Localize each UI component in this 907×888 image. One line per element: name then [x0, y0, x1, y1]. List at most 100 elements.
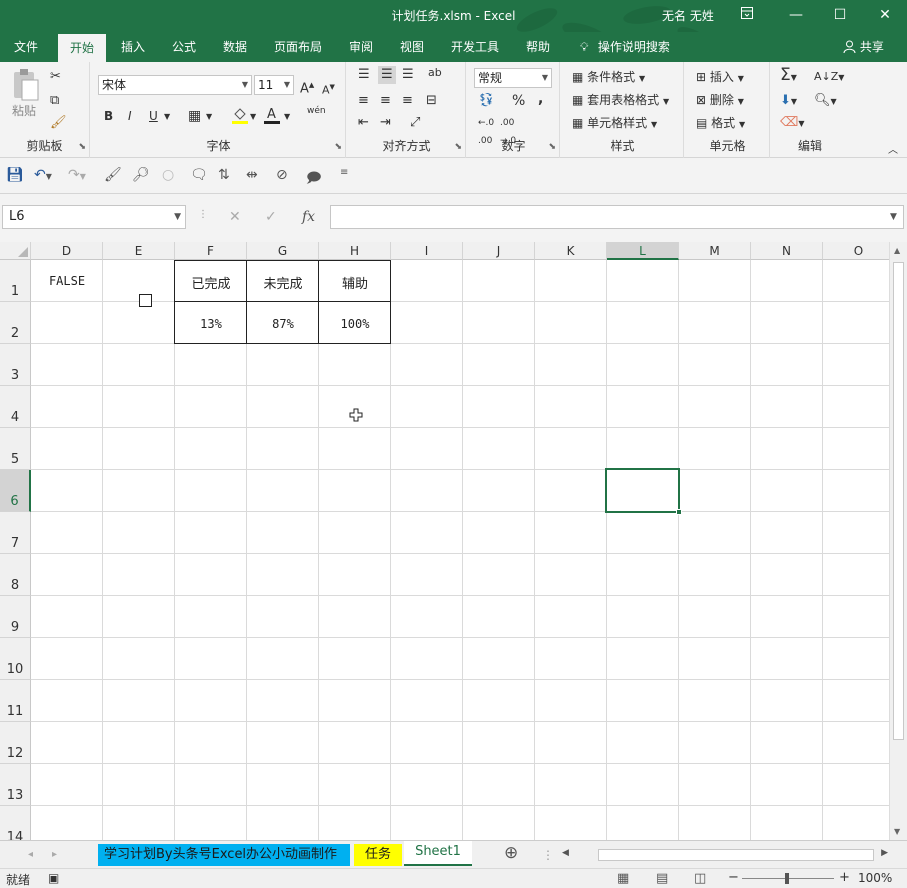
- enter-icon[interactable]: ✓: [265, 209, 277, 225]
- insert-cells-button[interactable]: ⊞ 插入 ▼: [696, 68, 744, 88]
- number-launcher-icon[interactable]: ⬊: [548, 142, 556, 152]
- fill-color-icon[interactable]: [232, 106, 248, 129]
- chevron-down-icon[interactable]: ▼: [206, 108, 212, 126]
- conditional-formatting-button[interactable]: ▦ 条件格式 ▼: [572, 68, 645, 88]
- close-button[interactable]: ✕: [870, 3, 900, 27]
- row-height-icon[interactable]: ⇅: [218, 167, 230, 183]
- sheet-tab-tasks[interactable]: 任务: [354, 844, 402, 866]
- tab-page-layout[interactable]: 页面布局: [268, 32, 328, 62]
- fill-handle[interactable]: [676, 509, 682, 515]
- tab-view[interactable]: 视图: [391, 32, 433, 62]
- align-top-icon[interactable]: ☰: [358, 66, 370, 84]
- user-name[interactable]: 无名 无姓: [662, 7, 714, 24]
- align-middle-icon[interactable]: ☰: [378, 66, 396, 84]
- italic-button[interactable]: I: [128, 107, 132, 125]
- align-left-icon[interactable]: ≡: [358, 92, 369, 110]
- active-cell-L6[interactable]: [605, 468, 682, 515]
- page-break-view-icon[interactable]: ◫: [694, 871, 706, 886]
- cell-H2[interactable]: 100%: [319, 317, 391, 331]
- row-header-13[interactable]: 13: [0, 764, 31, 806]
- minimize-button[interactable]: —: [781, 3, 811, 27]
- cell-H1[interactable]: 辅助: [319, 273, 391, 292]
- align-center-icon[interactable]: ≡: [380, 92, 391, 110]
- share-button[interactable]: 共享: [843, 32, 884, 62]
- print-preview-icon[interactable]: 🔎︎: [132, 167, 150, 183]
- tab-file[interactable]: 文件: [4, 32, 48, 62]
- column-header-I[interactable]: I: [391, 242, 463, 260]
- page-layout-view-icon[interactable]: ▤: [656, 871, 668, 886]
- clipboard-launcher-icon[interactable]: ⬊: [78, 142, 86, 152]
- tab-formulas[interactable]: 公式: [163, 32, 205, 62]
- font-size-box[interactable]: 11 ▼: [254, 75, 294, 95]
- wrap-text-icon[interactable]: ab: [428, 64, 442, 82]
- row-header-6[interactable]: 6: [0, 470, 31, 512]
- tab-home[interactable]: 开始: [58, 34, 106, 62]
- tab-help[interactable]: 帮助: [517, 32, 559, 62]
- column-header-O[interactable]: O: [823, 242, 889, 260]
- tab-insert[interactable]: 插入: [112, 32, 154, 62]
- horizontal-scroll-thumb[interactable]: [598, 849, 874, 861]
- row-header-5[interactable]: 5: [0, 428, 31, 470]
- align-right-icon[interactable]: ≡: [402, 92, 413, 110]
- tell-me-search[interactable]: 💡︎ 操作说明搜索: [580, 32, 670, 62]
- row-header-14[interactable]: 14: [0, 806, 31, 840]
- zoom-out-button[interactable]: −: [728, 870, 739, 885]
- cut-icon[interactable]: ✂: [50, 68, 61, 86]
- expand-formula-icon[interactable]: ▼: [890, 212, 897, 222]
- row-header-11[interactable]: 11: [0, 680, 31, 722]
- format-as-table-button[interactable]: ▦ 套用表格格式 ▼: [572, 91, 669, 111]
- cell-D1[interactable]: FALSE: [31, 274, 103, 288]
- comma-style-button[interactable]: ,: [538, 90, 543, 108]
- scroll-left-icon[interactable]: ◀: [562, 848, 569, 858]
- font-launcher-icon[interactable]: ⬊: [334, 142, 342, 152]
- column-header-F[interactable]: F: [175, 242, 247, 260]
- chevron-down-icon[interactable]: ▼: [250, 108, 256, 126]
- add-sheet-button[interactable]: ⊕: [494, 842, 528, 864]
- row-header-10[interactable]: 10: [0, 638, 31, 680]
- insert-function-icon[interactable]: fx: [302, 209, 315, 225]
- column-header-L[interactable]: L: [607, 242, 679, 260]
- macro-record-icon[interactable]: ▣: [48, 871, 59, 885]
- column-header-G[interactable]: G: [247, 242, 319, 260]
- format-cells-button[interactable]: ▤ 格式 ▼: [696, 114, 745, 134]
- column-header-J[interactable]: J: [463, 242, 535, 260]
- scroll-up-icon[interactable]: ▲: [894, 246, 900, 255]
- borders-icon[interactable]: ▦: [188, 107, 201, 125]
- delete-cells-button[interactable]: ⊠ 删除 ▼: [696, 91, 744, 111]
- font-color-icon[interactable]: A: [264, 106, 280, 129]
- select-all-corner[interactable]: [0, 242, 31, 260]
- sort-filter-icon[interactable]: A↓Z▼: [814, 68, 844, 87]
- save-icon[interactable]: 💾︎: [6, 167, 24, 183]
- column-header-H[interactable]: H: [319, 242, 391, 260]
- cell-styles-button[interactable]: ▦ 单元格样式 ▼: [572, 114, 657, 134]
- row-header-12[interactable]: 12: [0, 722, 31, 764]
- row-header-8[interactable]: 8: [0, 554, 31, 596]
- zoom-level[interactable]: 100%: [858, 871, 892, 885]
- sheet-tab-study-plan[interactable]: 学习计划By头条号Excel办公小动画制作: [98, 844, 350, 866]
- sheet-tab-sheet1[interactable]: Sheet1: [404, 841, 472, 866]
- tab-data[interactable]: 数据: [214, 32, 256, 62]
- decrease-indent-icon[interactable]: ⇤: [358, 114, 369, 132]
- font-name-box[interactable]: 宋体 ▼: [98, 75, 252, 95]
- percent-style-button[interactable]: %: [512, 92, 525, 110]
- row-header-9[interactable]: 9: [0, 596, 31, 638]
- horizontal-scrollbar[interactable]: ◀ ▶: [560, 848, 890, 862]
- tab-review[interactable]: 审阅: [340, 32, 382, 62]
- zoom-in-button[interactable]: +: [839, 870, 850, 885]
- chevron-down-icon[interactable]: ▼: [284, 108, 290, 126]
- cell-G1[interactable]: 未完成: [247, 273, 319, 292]
- bold-button[interactable]: B: [104, 107, 113, 125]
- comment-icon[interactable]: 🗨︎: [190, 167, 208, 183]
- column-header-M[interactable]: M: [679, 242, 751, 260]
- column-header-D[interactable]: D: [31, 242, 103, 260]
- row-header-1[interactable]: 1: [0, 260, 31, 302]
- worksheet-grid[interactable]: D E F G H I J K L M N O 1 2 3 4 5 6 7 8 …: [0, 242, 889, 840]
- ribbon-display-icon[interactable]: [732, 3, 762, 27]
- merge-center-icon[interactable]: ⊟: [426, 92, 437, 110]
- scroll-down-icon[interactable]: ▼: [894, 827, 900, 836]
- column-header-K[interactable]: K: [535, 242, 607, 260]
- number-format-box[interactable]: 常规 ▼: [474, 68, 552, 88]
- column-width-icon[interactable]: ⇹: [246, 167, 258, 183]
- cell-F2[interactable]: 13%: [175, 317, 247, 331]
- show-comment-icon[interactable]: 🗩︎: [306, 167, 322, 191]
